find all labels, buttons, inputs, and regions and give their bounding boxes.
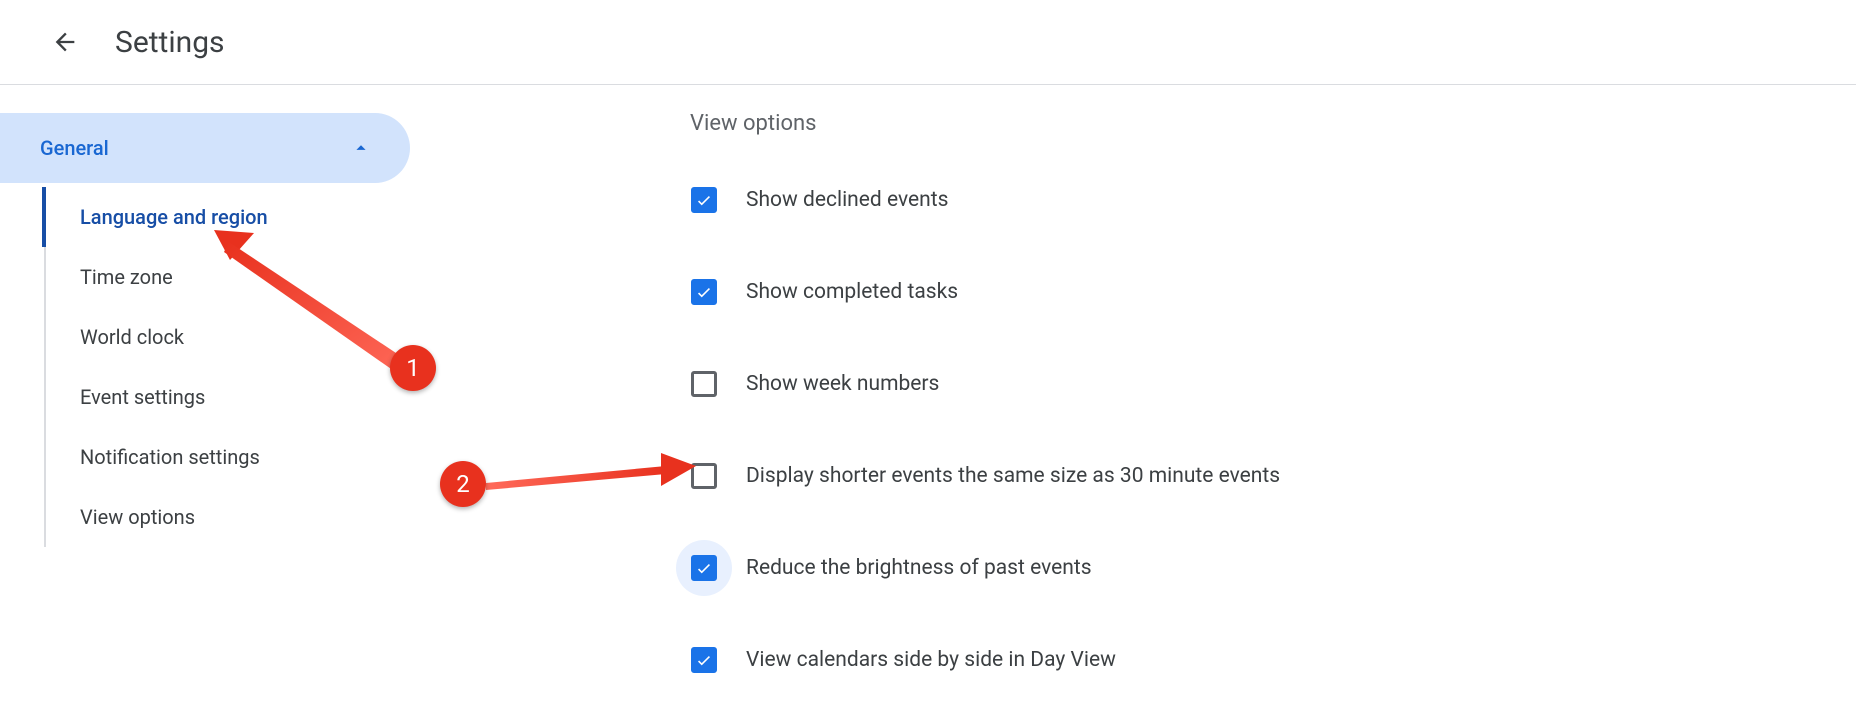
checkbox-label: Reduce the brightness of past events [746,556,1092,580]
check-icon [695,283,713,301]
checkbox[interactable] [691,279,717,305]
option-show-week-numbers: Show week numbers [690,356,1856,412]
checkbox-label: Show week numbers [746,372,939,396]
sidebar-item-view-options[interactable]: View options [44,487,410,547]
content-area: General Language and region Time zone Wo… [0,85,1856,724]
check-icon [695,191,713,209]
checkbox-wrap [676,632,732,688]
nav-section-general[interactable]: General [0,113,410,183]
check-icon [695,651,713,669]
option-show-completed-tasks: Show completed tasks [690,264,1856,320]
checkbox-label: Show declined events [746,188,948,212]
sidebar-item-label: View options [80,505,195,529]
nav-items: Language and region Time zone World cloc… [44,187,410,547]
back-button[interactable] [45,22,85,62]
chevron-up-icon [350,137,372,159]
checkbox[interactable] [691,463,717,489]
check-icon [695,559,713,577]
checkbox-wrap [676,264,732,320]
checkbox-wrap [676,356,732,412]
checkbox-label: Display shorter events the same size as … [746,464,1280,488]
checkbox-label: Show completed tasks [746,280,958,304]
sidebar-item-label: Event settings [80,385,205,409]
option-display-shorter-events: Display shorter events the same size as … [690,448,1856,504]
sidebar-item-label: World clock [80,325,184,349]
settings-header: Settings [0,0,1856,85]
checkbox[interactable] [691,555,717,581]
sidebar-item-notification-settings[interactable]: Notification settings [44,427,410,487]
sidebar-item-label: Time zone [80,265,173,289]
checkbox-label: View calendars side by side in Day View [746,648,1116,672]
checkbox[interactable] [691,187,717,213]
checkbox-wrap [676,172,732,228]
checkbox-wrap [676,540,732,596]
section-title: View options [690,111,1856,136]
sidebar: General Language and region Time zone Wo… [0,85,410,724]
checkbox[interactable] [691,371,717,397]
sidebar-item-label: Language and region [80,205,268,229]
checkbox-wrap [676,448,732,504]
option-reduce-brightness: Reduce the brightness of past events [690,540,1856,596]
nav-section-label: General [40,136,109,160]
sidebar-item-event-settings[interactable]: Event settings [44,367,410,427]
sidebar-item-language-and-region[interactable]: Language and region [42,187,410,247]
checkbox[interactable] [691,647,717,673]
sidebar-item-label: Notification settings [80,445,260,469]
page-title: Settings [115,25,225,60]
arrow-left-icon [51,28,79,56]
option-side-by-side: View calendars side by side in Day View [690,632,1856,688]
sidebar-item-time-zone[interactable]: Time zone [44,247,410,307]
main-panel: View options Show declined events Show c… [410,85,1856,724]
option-show-declined-events: Show declined events [690,172,1856,228]
sidebar-item-world-clock[interactable]: World clock [44,307,410,367]
